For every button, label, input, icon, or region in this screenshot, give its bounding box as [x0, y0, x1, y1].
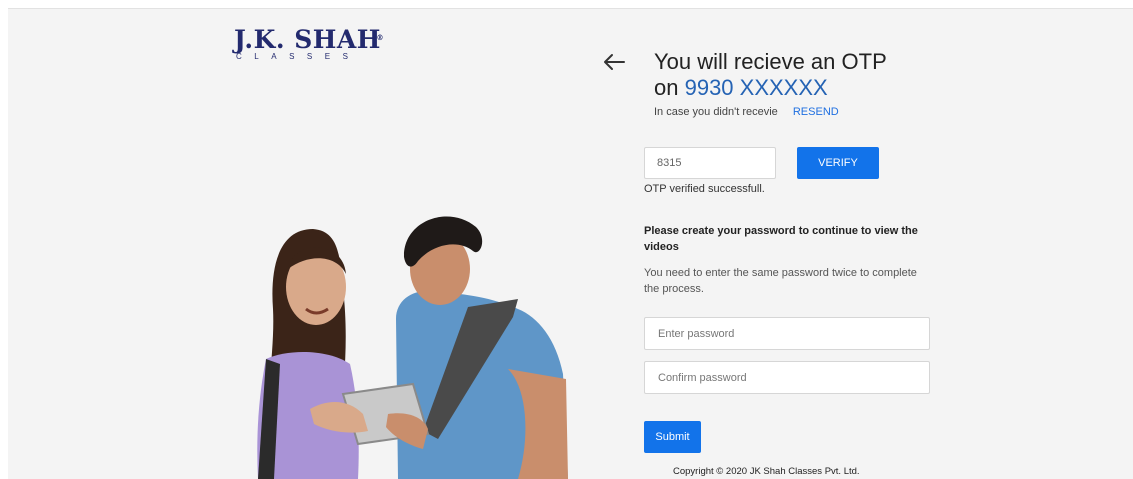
resend-row: In case you didn't recevie RESEND	[654, 106, 839, 118]
submit-button[interactable]: Submit	[644, 421, 701, 453]
logo-wordmark: J.K. SHAH ®	[234, 27, 384, 53]
login-page: J.K. SHAH ® CLASSES You will recieve an …	[8, 8, 1133, 479]
password-section-title: Please create your password to continue …	[644, 225, 918, 253]
logo-subtitle: CLASSES	[236, 52, 361, 61]
back-arrow-icon[interactable]	[601, 49, 627, 75]
otp-heading: You will recieve an OTP on 9930 XXXXXX	[654, 49, 974, 101]
verify-button[interactable]: VERIFY	[797, 147, 879, 179]
phone-number: 9930 XXXXXX	[684, 75, 828, 100]
otp-input[interactable]	[644, 147, 776, 179]
logo-name: J.K. SHAH	[234, 25, 381, 54]
heading-line1: You will recieve an OTP	[654, 49, 887, 74]
confirm-password-field[interactable]	[644, 361, 930, 394]
password-section-description: You need to enter the same password twic…	[644, 267, 917, 295]
heading-on: on	[654, 75, 685, 100]
resend-text: In case you didn't recevie	[654, 106, 778, 118]
heading-line2: on 9930 XXXXXX	[654, 75, 974, 101]
brand-logo: J.K. SHAH ® CLASSES	[234, 27, 384, 61]
password-field[interactable]	[644, 317, 930, 350]
students-photo	[257, 216, 568, 479]
resend-link[interactable]: RESEND	[793, 106, 839, 118]
copyright-text: Copyright © 2020 JK Shah Classes Pvt. Lt…	[673, 466, 860, 477]
otp-status-message: OTP verified successfull.	[644, 183, 765, 195]
registered-mark: ®	[376, 33, 384, 42]
